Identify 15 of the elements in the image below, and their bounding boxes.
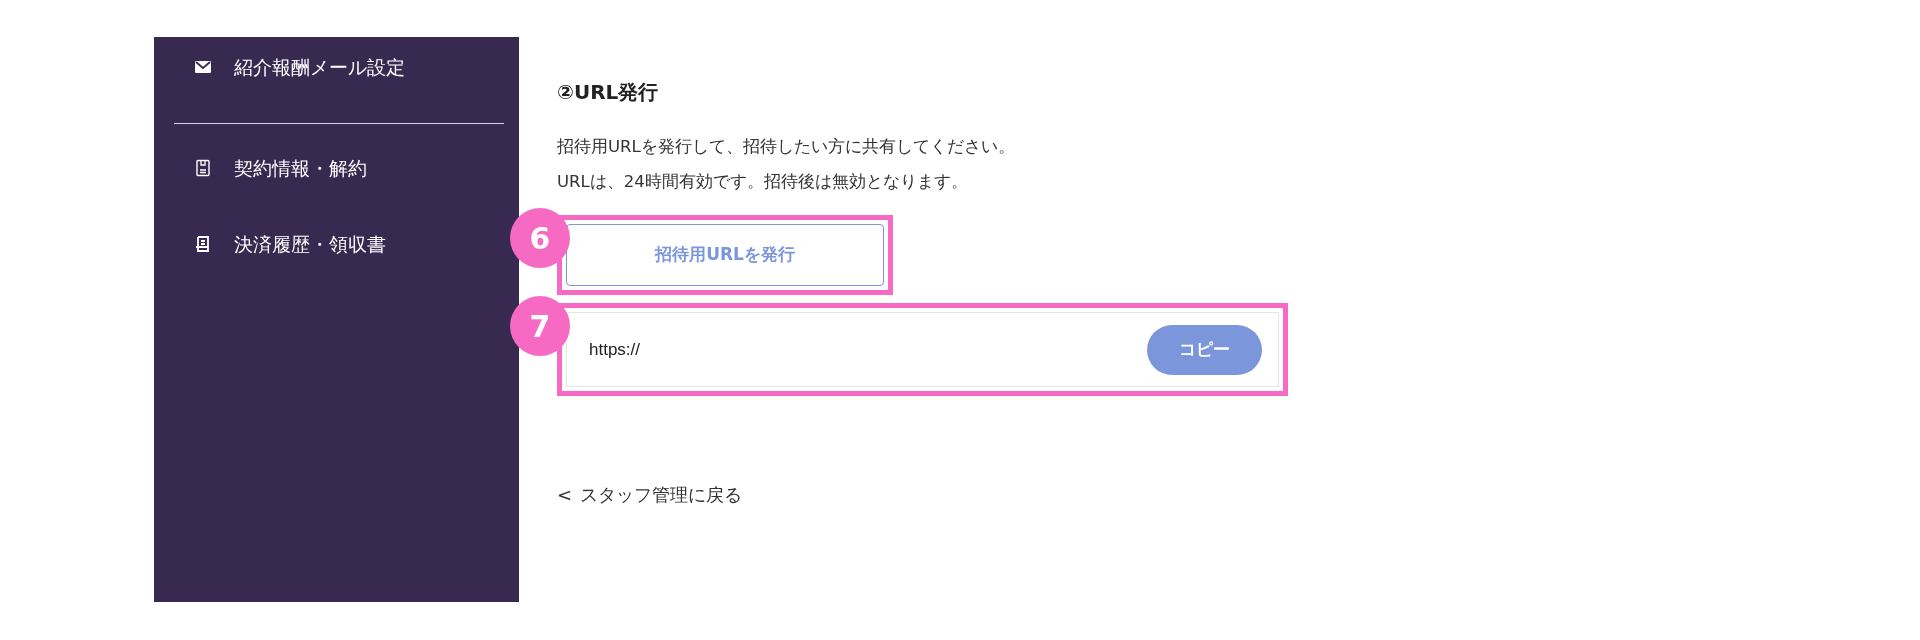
document-icon bbox=[194, 159, 212, 177]
section-title: ②URL発行 bbox=[557, 79, 660, 106]
url-field[interactable]: https:// コピー bbox=[566, 312, 1279, 387]
mail-icon bbox=[194, 58, 212, 76]
back-link[interactable]: < スタッフ管理に戻る bbox=[557, 481, 743, 508]
back-link-text: スタッフ管理に戻る bbox=[580, 483, 743, 507]
description-text: 招待用URLを発行して、招待したい方に共有してください。 bbox=[557, 136, 1016, 158]
sidebar-item[interactable]: 契約情報・解約 bbox=[154, 148, 367, 188]
description-text: URLは、24時間有効です。招待後は無効となります。 bbox=[557, 171, 969, 193]
callout-number: 7 bbox=[510, 296, 570, 356]
back-arrow-icon: < bbox=[557, 481, 573, 508]
sidebar-item[interactable]: 紹介報酬メール設定 bbox=[154, 47, 405, 87]
callout-number: 6 bbox=[510, 208, 570, 268]
receipt-icon bbox=[194, 235, 212, 253]
sidebar-item[interactable]: 決済履歴・領収書 bbox=[154, 224, 386, 264]
